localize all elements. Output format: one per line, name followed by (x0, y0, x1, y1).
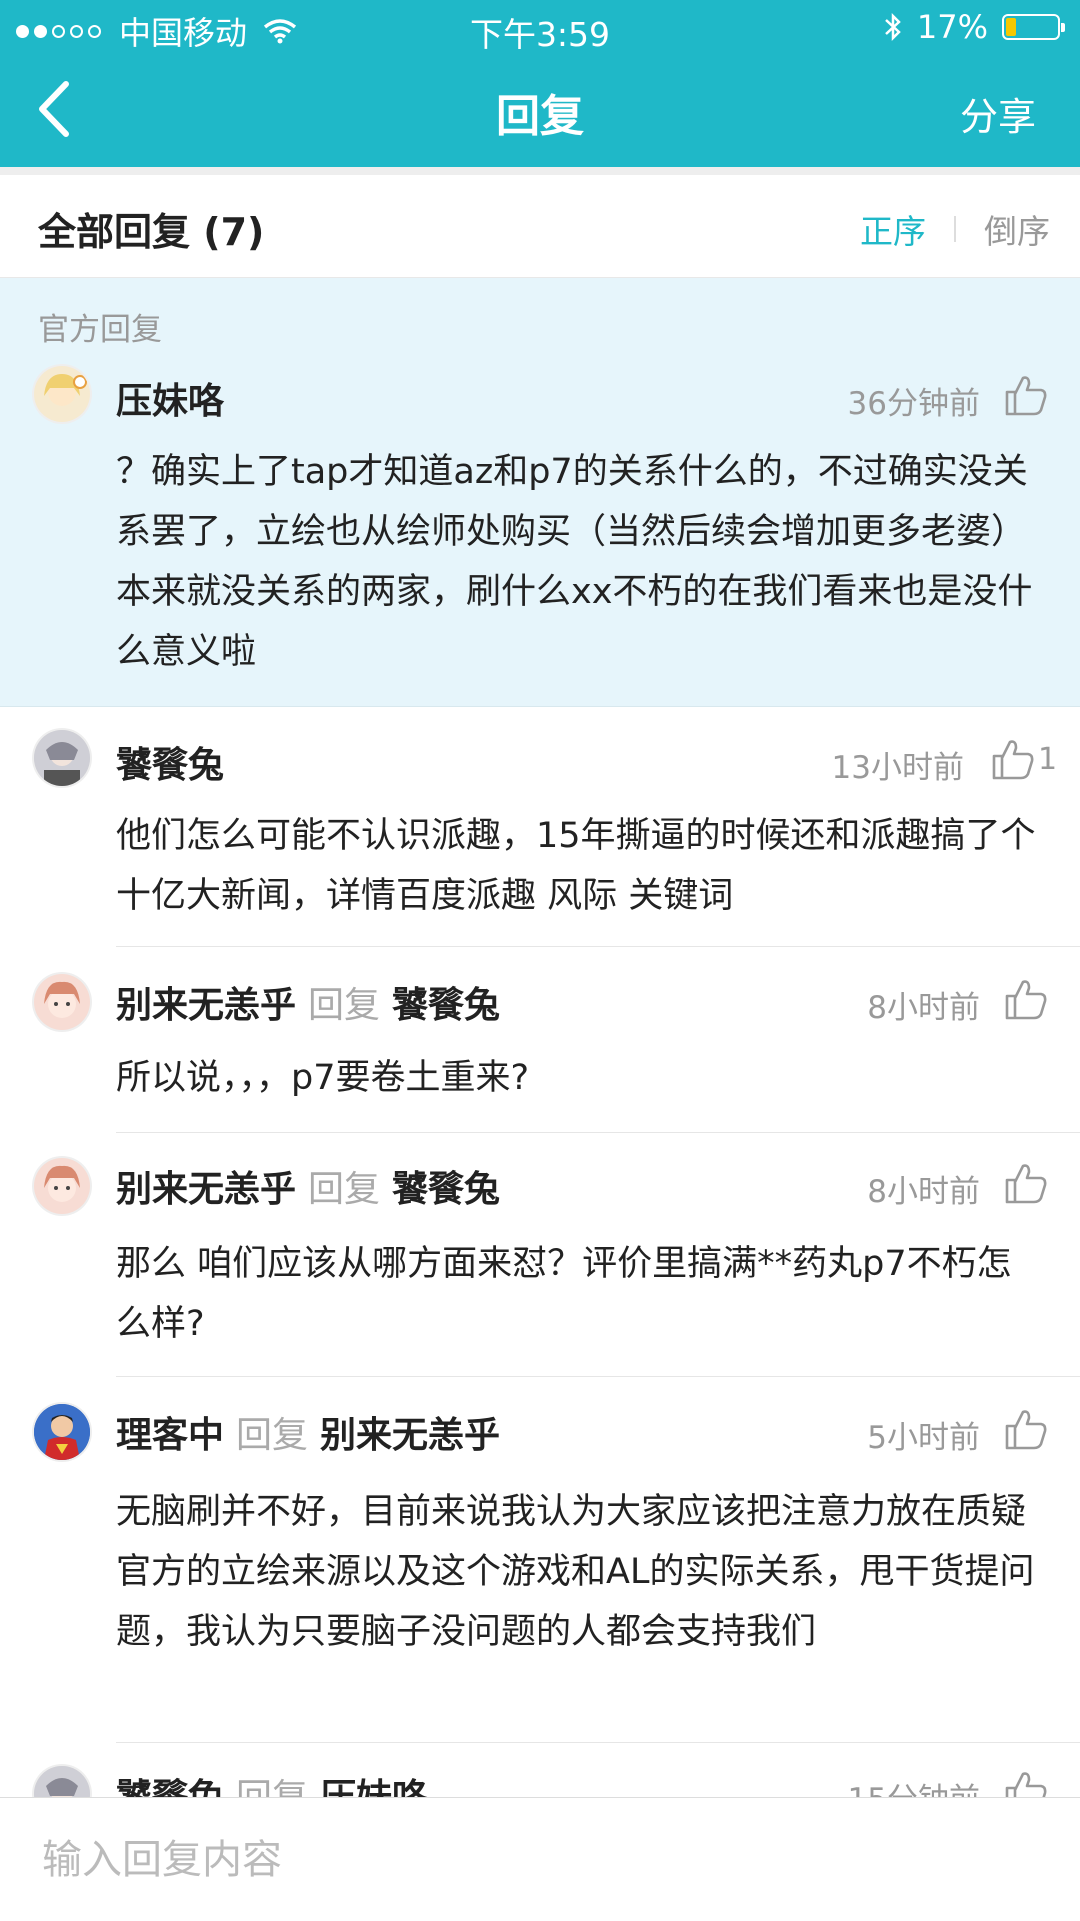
avatar[interactable] (34, 366, 90, 422)
comment-time: 36分钟前 (847, 386, 980, 422)
like-count: 1 (1038, 742, 1058, 777)
comment-time: 13小时前 (831, 750, 964, 786)
divider (116, 1742, 1080, 1743)
bluetooth-icon (885, 12, 901, 42)
comment-text: 那么 咱们应该从哪方面来怼？评价里搞满**药丸p7不朽怎么样? (116, 1244, 1012, 1344)
comment-time: 8小时前 (867, 990, 980, 1026)
sort-desc-button[interactable]: 倒序 (984, 205, 1050, 253)
divider (0, 167, 1080, 175)
comment-time: 8小时前 (867, 1174, 980, 1210)
reply-word: 回复 (308, 1169, 381, 1210)
divider (116, 946, 1080, 947)
avatar[interactable] (34, 1158, 90, 1214)
author-name[interactable]: 别来无恙乎 (116, 985, 296, 1026)
battery-percent: 17% (916, 8, 988, 46)
thumbs-up-icon[interactable] (1003, 1406, 1049, 1452)
comment-author: 别来无恙乎 回复 饕餮兔 (116, 1160, 500, 1212)
top-bar: 中国移动 下午3:59 17% 回复 分享 (0, 0, 1080, 167)
thumbs-up-icon[interactable] (1003, 1160, 1049, 1206)
official-label: 官方回复 (38, 312, 162, 348)
all-replies-title: 全部回复 (7) (38, 210, 265, 254)
replies-header: 全部回复 (7) 正序 倒序 (0, 175, 1080, 278)
comment-text: 所以说，，，p7要卷土重来? (116, 1058, 530, 1098)
share-button[interactable]: 分享 (960, 86, 1036, 141)
sort-toggle: 正序 倒序 (860, 205, 1050, 253)
reply-input[interactable] (40, 1828, 1044, 1892)
author-name[interactable]: 理客中 (116, 1415, 224, 1456)
reply-word: 回复 (236, 1415, 309, 1456)
thumbs-up-icon[interactable] (1003, 976, 1049, 1022)
avatar[interactable] (34, 974, 90, 1030)
comment-author: 别来无恙乎 回复 饕餮兔 (116, 976, 500, 1028)
reply-word: 回复 (308, 985, 381, 1026)
status-bar: 中国移动 下午3:59 17% (0, 0, 1080, 56)
avatar[interactable] (34, 1404, 90, 1460)
comment-text: ？确实上了tap才知道az和p7的关系什么的，不过确实没关系罢了，立绘也从绘师处… (116, 452, 1033, 672)
comment-author[interactable]: 饕餮兔 (116, 736, 224, 788)
divider (116, 1376, 1080, 1377)
thumbs-up-icon[interactable] (1003, 372, 1049, 418)
sort-asc-button[interactable]: 正序 (860, 205, 926, 253)
comment-author: 理客中 回复 别来无恙乎 (116, 1406, 500, 1458)
nav-bar: 回复 分享 (0, 56, 1080, 167)
reply-target[interactable]: 饕餮兔 (392, 985, 500, 1026)
comment-time: 5小时前 (867, 1420, 980, 1456)
comment-text: 他们怎么可能不认识派趣，15年撕逼的时候还和派趣搞了个十亿大新闻，详情百度派趣 … (116, 816, 1036, 916)
comment-author[interactable]: 压妹咯 (116, 372, 224, 424)
reply-target[interactable]: 别来无恙乎 (320, 1415, 500, 1456)
avatar[interactable] (34, 730, 90, 786)
thumbs-up-icon[interactable] (990, 736, 1036, 782)
page-title: 回复 (496, 91, 584, 142)
comment-text: 无脑刷并不好，目前来说我认为大家应该把注意力放在质疑官方的立绘来源以及这个游戏和… (116, 1492, 1035, 1652)
reply-target[interactable]: 饕餮兔 (392, 1169, 500, 1210)
author-name[interactable]: 别来无恙乎 (116, 1169, 296, 1210)
reply-input-bar (0, 1797, 1080, 1921)
battery-icon (1002, 14, 1065, 40)
divider (116, 1132, 1080, 1133)
